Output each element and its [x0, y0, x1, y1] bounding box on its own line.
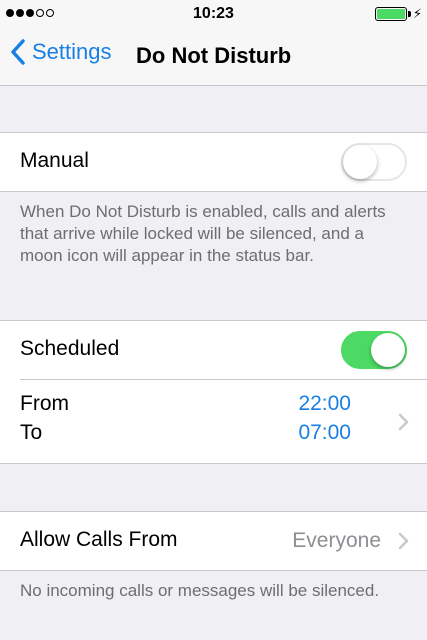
toggle-knob: [343, 145, 377, 179]
allow-calls-value: Everyone: [292, 529, 381, 552]
status-time: 10:23: [193, 5, 234, 22]
manual-label: Manual: [20, 149, 89, 172]
scheduled-label: Scheduled: [20, 337, 120, 360]
schedule-time-row[interactable]: From 22:00 To 07:00: [0, 379, 427, 463]
scheduled-toggle[interactable]: [341, 331, 407, 369]
chevron-right-icon: [398, 413, 409, 431]
allow-calls-group: Allow Calls From Everyone: [0, 511, 427, 571]
from-value: 22:00: [298, 392, 351, 415]
battery-tip: [408, 11, 411, 17]
to-value: 07:00: [298, 421, 351, 444]
manual-toggle[interactable]: [341, 143, 407, 181]
back-button[interactable]: Settings: [10, 38, 112, 66]
chevron-right-icon: [398, 532, 409, 550]
toggle-knob: [371, 333, 405, 367]
status-bar: 10:23 ⚡: [0, 0, 427, 28]
charging-icon: ⚡: [412, 6, 422, 21]
scheduled-row: Scheduled: [0, 321, 427, 379]
battery-icon: [375, 7, 407, 21]
allow-calls-label: Allow Calls From: [20, 528, 178, 551]
scheduled-group: Scheduled From 22:00 To 07:00: [0, 320, 427, 464]
from-label: From: [20, 392, 69, 415]
to-label: To: [20, 421, 43, 444]
manual-group: Manual: [0, 132, 427, 192]
allow-calls-footer: No incoming calls or messages will be si…: [20, 581, 380, 600]
navigation-bar: Settings Do Not Disturb: [0, 28, 427, 86]
manual-footer: When Do Not Disturb is enabled, calls an…: [20, 202, 386, 265]
allow-calls-row[interactable]: Allow Calls From Everyone: [0, 512, 427, 570]
back-button-label: Settings: [32, 39, 112, 64]
page-title: Do Not Disturb: [136, 43, 292, 68]
chevron-left-icon: [11, 39, 25, 65]
manual-row: Manual: [0, 133, 427, 191]
